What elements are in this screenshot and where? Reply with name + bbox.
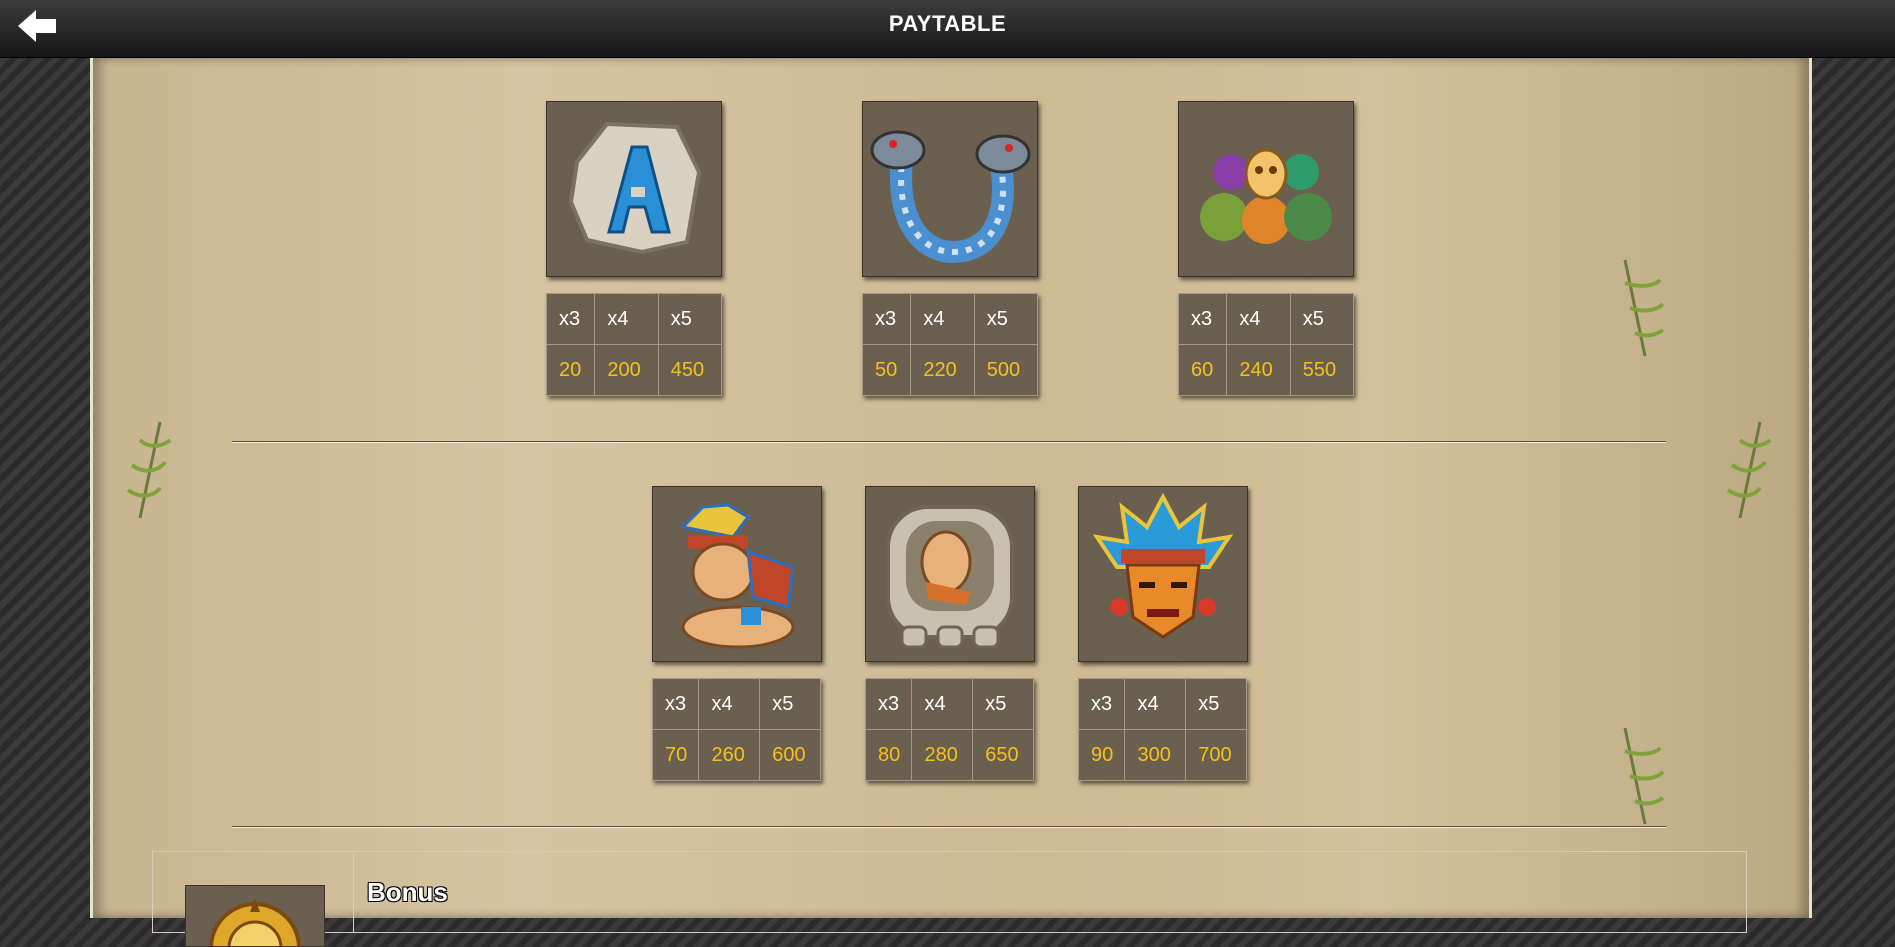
stone-glyph-figure-icon <box>865 486 1035 662</box>
section-divider <box>232 826 1666 828</box>
multiplier-label: x5 <box>973 293 1039 345</box>
page-title: PAYTABLE <box>888 11 1007 36</box>
multiplier-label: x4 <box>910 293 975 345</box>
kneeling-warrior-icon <box>652 486 822 662</box>
multiplier-label: x4 <box>1226 293 1291 345</box>
multiplier-label: x4 <box>911 678 974 730</box>
multiplier-label: x3 <box>864 678 913 730</box>
vine-decoration-icon <box>1726 421 1772 519</box>
payout-value: 60 <box>1177 344 1228 396</box>
payout-value: 500 <box>973 344 1039 396</box>
skull-snakes-idol-icon <box>1178 101 1354 277</box>
multiplier-label: x3 <box>861 293 912 345</box>
multiplier-label: x3 <box>1077 678 1126 730</box>
stone-letter-a-icon <box>546 101 722 277</box>
multiplier-label: x4 <box>698 678 761 730</box>
payout-value: 50 <box>861 344 912 396</box>
payout-value: 300 <box>1124 729 1187 781</box>
multiplier-label: x5 <box>657 293 723 345</box>
two-headed-serpent-icon <box>862 101 1038 277</box>
multiplier-label: x3 <box>651 678 700 730</box>
payout-value: 450 <box>657 344 723 396</box>
top-bar: PAYTABLE <box>0 0 1895 58</box>
multiplier-label: x5 <box>972 678 1034 730</box>
multiplier-label: x3 <box>1177 293 1228 345</box>
vine-decoration-icon <box>1623 727 1665 825</box>
bonus-separator <box>353 852 354 932</box>
payout-value: 240 <box>1226 344 1291 396</box>
multiplier-label: x5 <box>1289 293 1355 345</box>
payout-table: x3 x4 x5 60 240 550 <box>1177 293 1355 396</box>
payout-value: 70 <box>651 729 700 781</box>
payout-table: x3 x4 x5 50 220 500 <box>861 293 1039 396</box>
payout-value: 280 <box>911 729 974 781</box>
payout-value: 700 <box>1185 729 1247 781</box>
payout-value: 220 <box>910 344 975 396</box>
multiplier-label: x5 <box>1185 678 1247 730</box>
multiplier-label: x3 <box>545 293 596 345</box>
section-divider <box>232 441 1666 443</box>
payout-table: x3 x4 x5 20 200 450 <box>545 293 723 396</box>
payout-table: x3 x4 x5 90 300 700 <box>1077 678 1247 781</box>
payout-table: x3 x4 x5 80 280 650 <box>864 678 1034 781</box>
vine-decoration-icon <box>1623 259 1665 357</box>
payout-value: 20 <box>545 344 596 396</box>
payout-value: 200 <box>594 344 659 396</box>
feathered-chief-mask-icon <box>1078 486 1248 662</box>
multiplier-label: x5 <box>759 678 821 730</box>
bonus-title: Bonus <box>367 877 448 907</box>
golden-sun-disc-icon <box>185 885 325 947</box>
bonus-section: Bonus <box>152 851 1747 947</box>
payout-value: 80 <box>864 729 913 781</box>
payout-value: 650 <box>972 729 1034 781</box>
payout-value: 550 <box>1289 344 1355 396</box>
payout-table: x3 x4 x5 70 260 600 <box>651 678 821 781</box>
payout-value: 90 <box>1077 729 1126 781</box>
multiplier-label: x4 <box>594 293 659 345</box>
payout-value: 260 <box>698 729 761 781</box>
vine-decoration-icon <box>126 421 172 519</box>
payout-value: 600 <box>759 729 821 781</box>
multiplier-label: x4 <box>1124 678 1187 730</box>
